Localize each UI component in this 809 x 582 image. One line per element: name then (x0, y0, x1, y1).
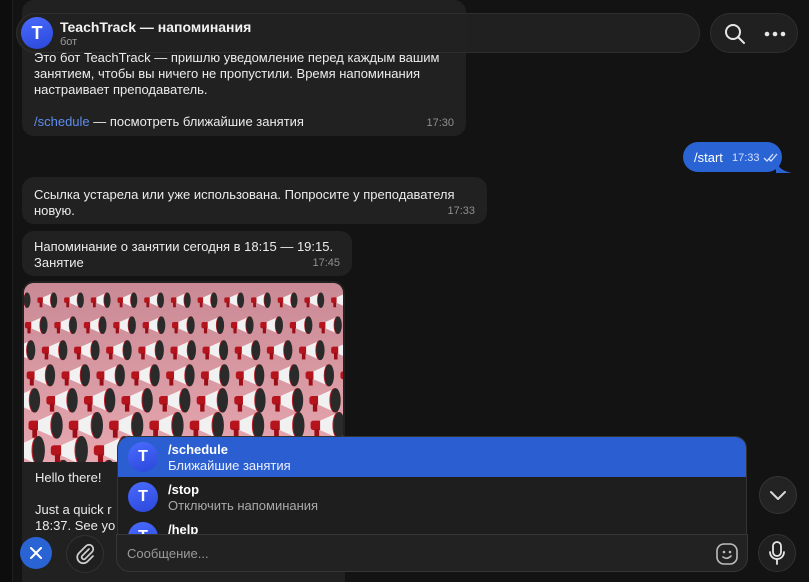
message-time: 17:45 (312, 257, 340, 269)
message-text-line: новую. (34, 203, 75, 218)
message-text-line: Ссылка устарела или уже использована. По… (34, 187, 455, 202)
emoji-icon (716, 543, 738, 565)
chat-title: TeachTrack — напоминания (60, 19, 252, 35)
message-outgoing: /start 17:33 (683, 142, 782, 172)
chat-list-edge (0, 0, 13, 582)
suggestion-stop[interactable]: T /stop Отключить напоминания (118, 477, 746, 517)
bot-avatar: T (128, 482, 158, 512)
search-icon (725, 24, 745, 44)
chat-window: Это бот TeachTrack — пришлю уведомление … (0, 0, 809, 582)
search-button[interactable] (713, 14, 757, 54)
message-text-line: Напоминание о занятии сегодня в 18:15 — … (34, 239, 334, 254)
suggestion-description: Ближайшие занятия (168, 458, 291, 473)
message-time: 17:30 (426, 117, 454, 129)
message-time: 17:33 (732, 152, 760, 164)
message-text-line: Занятие (34, 255, 84, 270)
chevron-down-icon (770, 491, 786, 500)
bot-avatar: T (128, 442, 158, 472)
message-text: /start (694, 150, 723, 165)
message-text-line: занятием, чтобы вы ничего не пропустили.… (34, 66, 421, 81)
microphone-icon (769, 541, 785, 565)
message-text-line: настраивает преподаватель. (34, 82, 208, 97)
chat-subtitle: бот (60, 36, 78, 48)
suggestion-description: Отключить напоминания (168, 498, 319, 513)
scroll-to-bottom-button[interactable] (759, 476, 797, 514)
bot-avatar[interactable]: T (21, 17, 53, 49)
close-button[interactable] (20, 537, 52, 569)
header-actions (710, 13, 798, 53)
attach-button[interactable] (66, 535, 104, 573)
message-text: — посмотреть ближайшие занятия (89, 114, 304, 129)
command-suggestions: T /schedule Ближайшие занятия T /stop От… (117, 436, 747, 536)
close-icon (30, 547, 42, 559)
message-composer (116, 534, 748, 572)
message-command-line: /schedule — посмотреть ближайшие занятия (34, 114, 454, 130)
suggestion-command: /stop (168, 482, 200, 497)
message-incoming: Ссылка устарела или уже использована. По… (22, 177, 487, 224)
message-time-status: 17:33 (732, 152, 779, 164)
schedule-command-link[interactable]: /schedule (34, 114, 90, 129)
bubble-tail (776, 161, 792, 173)
message-time: 17:33 (447, 205, 475, 217)
chat-header[interactable]: T TeachTrack — напоминания бот (16, 13, 700, 53)
more-button[interactable] (753, 14, 797, 54)
suggestion-command: /schedule (168, 442, 228, 457)
microphone-button[interactable] (758, 534, 796, 572)
more-icon (764, 31, 786, 37)
emoji-button[interactable] (713, 540, 741, 568)
message-incoming: Напоминание о занятии сегодня в 18:15 — … (22, 231, 352, 276)
suggestion-schedule[interactable]: T /schedule Ближайшие занятия (118, 437, 746, 477)
paperclip-icon (76, 543, 95, 565)
message-input[interactable] (127, 535, 707, 571)
